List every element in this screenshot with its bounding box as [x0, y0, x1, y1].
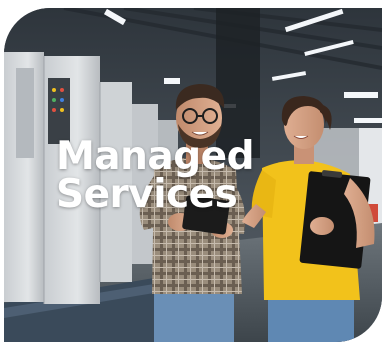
headline-line-1: Managed — [56, 134, 255, 179]
headline-line-2: Services — [56, 172, 238, 217]
hero-headline: Managed Services — [56, 134, 255, 217]
hero-image-card: Managed Services — [4, 8, 382, 342]
